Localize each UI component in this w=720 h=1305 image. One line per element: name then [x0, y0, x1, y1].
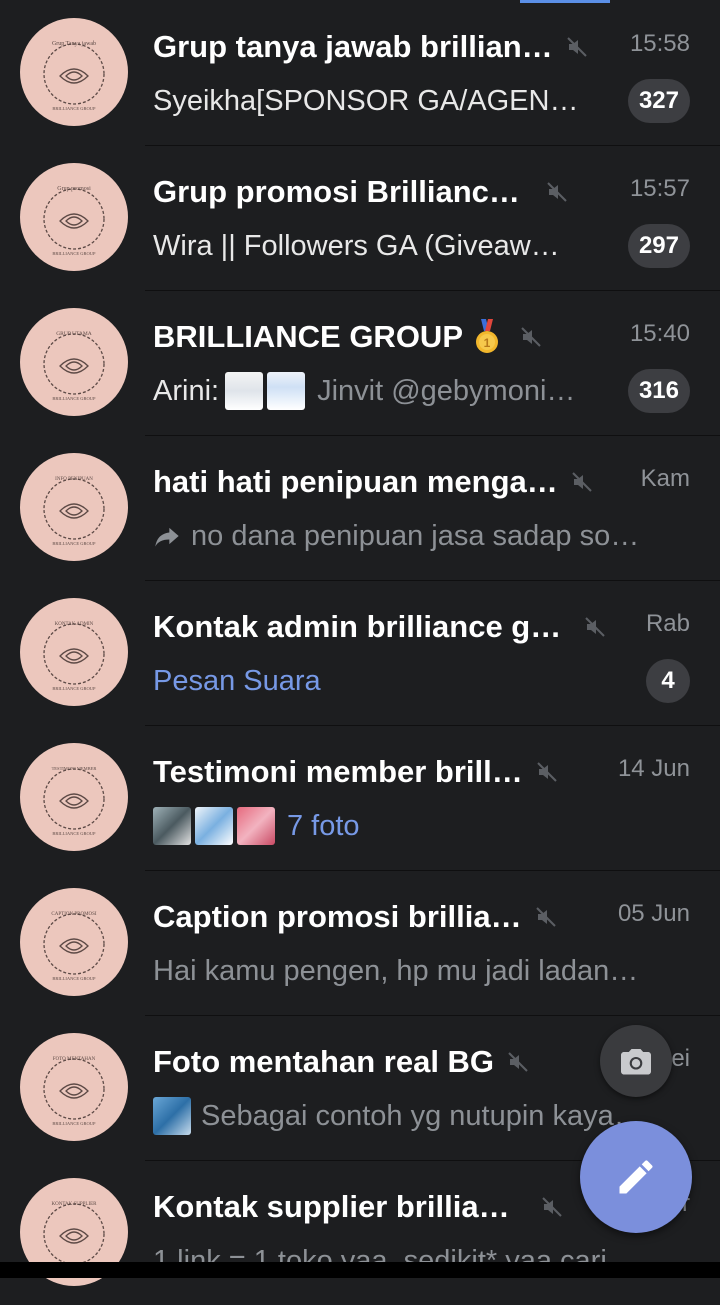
photo-thumbnail: [153, 1097, 191, 1135]
muted-speaker-icon: [508, 1052, 528, 1072]
group-avatar: Grup promosi BRILLIANCE GROUP: [20, 163, 128, 271]
forward-arrow-icon: [155, 527, 179, 547]
svg-text:BRILLIANCE GROUP: BRILLIANCE GROUP: [52, 541, 96, 546]
unread-badge: 327: [627, 79, 690, 123]
avatar-caption: Grup Tanya jawab: [52, 41, 96, 47]
group-avatar: TESTIMONI MEMBER BRILLIANCE GROUP: [20, 743, 128, 851]
svg-text:BRILLIANCE GROUP: BRILLIANCE GROUP: [52, 396, 96, 401]
chat-time: 15:57: [629, 175, 690, 202]
medal-icon: 1: [476, 319, 498, 353]
chat-title: BRILLIANCE GROUP: [153, 319, 463, 354]
svg-text:BRILLIANCE GROUP: BRILLIANCE GROUP: [52, 251, 96, 256]
chat-row-hati-hati-penipuan[interactable]: INFO PENIPUAN BRILLIANCE GROUP hati hati…: [0, 435, 720, 580]
svg-text:BRILLIANCE GROUP: BRILLIANCE GROUP: [52, 686, 96, 691]
chat-preview: 7 foto: [287, 809, 360, 842]
group-avatar: KONTAK ADMIN BRILLIANCE GROUP: [20, 598, 128, 706]
unread-badge: 297: [627, 224, 690, 268]
svg-text:GRUP UTAMA: GRUP UTAMA: [56, 331, 92, 337]
muted-speaker-icon: [537, 762, 557, 782]
chat-list: Grup Tanya jawab BRILLIANCE GROUP Grup t…: [0, 0, 720, 1305]
svg-text:KONTAK SUPPLIER: KONTAK SUPPLIER: [51, 1202, 97, 1207]
chat-title: Kontak supplier brillian…: [153, 1189, 528, 1224]
system-navigation-bar: [0, 1262, 720, 1278]
chat-preview: Hai kamu pengen, hp mu jadi ladan…: [153, 954, 639, 987]
svg-text:INFO PENIPUAN: INFO PENIPUAN: [55, 477, 93, 482]
chat-title: Testimoni member brill…: [153, 754, 523, 789]
muted-speaker-icon: [572, 472, 592, 492]
chat-row-caption-promosi[interactable]: CAPTION PROMOSI BRILLIANCE GROUP Caption…: [0, 870, 720, 1015]
chat-title: Foto mentahan real BG: [153, 1044, 495, 1079]
chat-sender: Arini:: [153, 374, 220, 407]
camera-icon: [621, 1049, 651, 1075]
photo-thumbnail: [225, 372, 264, 410]
chat-preview: Wira || Followers GA (Giveaw…: [153, 229, 560, 262]
chat-time: 15:58: [629, 30, 690, 57]
photo-thumbnail: [267, 372, 306, 410]
chat-time: ei: [671, 1045, 690, 1072]
chat-preview: Jinvit @gebymoni…: [317, 374, 576, 407]
chat-row-grup-promosi[interactable]: Grup promosi BRILLIANCE GROUP Grup promo…: [0, 145, 720, 290]
muted-speaker-icon: [542, 1197, 562, 1217]
chat-time: Rab: [645, 610, 690, 637]
svg-text:1: 1: [484, 336, 491, 350]
chat-title: hati hati penipuan menga…: [153, 464, 558, 499]
svg-text:CAPTION PROMOSI: CAPTION PROMOSI: [51, 912, 96, 917]
photo-thumbnail: [195, 807, 233, 845]
chat-row-testimoni-member[interactable]: TESTIMONI MEMBER BRILLIANCE GROUP Testim…: [0, 725, 720, 870]
group-avatar: FOTO MENTAHAN BRILLIANCE GROUP: [20, 1033, 128, 1141]
muted-speaker-icon: [547, 182, 567, 202]
muted-speaker-icon: [585, 617, 605, 637]
camera-button[interactable]: [600, 1025, 672, 1097]
group-avatar: Grup Tanya jawab BRILLIANCE GROUP: [20, 18, 128, 126]
chat-row-kontak-admin[interactable]: KONTAK ADMIN BRILLIANCE GROUP Kontak adm…: [0, 580, 720, 725]
pencil-icon: [619, 1160, 653, 1194]
chat-row-brilliance-group[interactable]: GRUP UTAMA BRILLIANCE GROUP BRILLIANCE G…: [0, 290, 720, 435]
svg-text:FOTO MENTAHAN: FOTO MENTAHAN: [53, 1057, 96, 1062]
chat-time: 05 Jun: [617, 900, 690, 927]
chat-title: Kontak admin brilliance gr…: [153, 609, 571, 644]
svg-text:TESTIMONI MEMBER: TESTIMONI MEMBER: [52, 766, 97, 771]
group-avatar: INFO PENIPUAN BRILLIANCE GROUP: [20, 453, 128, 561]
chat-preview: Sebagai contoh yg nutupin kaya…: [201, 1099, 643, 1132]
chat-title: Grup promosi Brilliance…: [153, 174, 533, 209]
svg-text:BRILLIANCE GROUP: BRILLIANCE GROUP: [52, 831, 96, 836]
svg-text:KONTAK ADMIN: KONTAK ADMIN: [55, 622, 94, 627]
unread-badge: 4: [646, 659, 690, 703]
chat-time: Kam: [640, 465, 690, 492]
svg-text:BRILLIANCE GROUP: BRILLIANCE GROUP: [52, 1121, 96, 1126]
chat-preview: Syeikha[SPONSOR GA/AGEN…: [153, 84, 579, 117]
chat-preview: no dana penipuan jasa sadap so…: [191, 519, 640, 552]
svg-text:BRILLIANCE GROUP: BRILLIANCE GROUP: [52, 106, 96, 111]
photo-thumbnail: [237, 807, 275, 845]
muted-speaker-icon: [535, 907, 556, 927]
group-avatar: CAPTION PROMOSI BRILLIANCE GROUP: [20, 888, 128, 996]
chat-title: Caption promosi brillia…: [153, 899, 522, 934]
photo-thumbnail: [153, 807, 191, 845]
unread-badge: 316: [627, 369, 690, 413]
muted-speaker-icon: [566, 37, 587, 57]
compose-button[interactable]: [580, 1121, 692, 1233]
chat-time: 14 Jun: [617, 755, 690, 782]
muted-speaker-icon: [521, 327, 541, 347]
chat-row-grup-tanya-jawab[interactable]: Grup Tanya jawab BRILLIANCE GROUP Grup t…: [0, 0, 720, 145]
chat-title: Grup tanya jawab brillian…: [153, 29, 553, 64]
chat-time: 15:40: [629, 320, 690, 347]
svg-text:Grup promosi: Grup promosi: [57, 186, 91, 192]
group-avatar: GRUP UTAMA BRILLIANCE GROUP: [20, 308, 128, 416]
chat-preview: Pesan Suara: [153, 664, 321, 697]
svg-text:BRILLIANCE GROUP: BRILLIANCE GROUP: [52, 976, 96, 981]
